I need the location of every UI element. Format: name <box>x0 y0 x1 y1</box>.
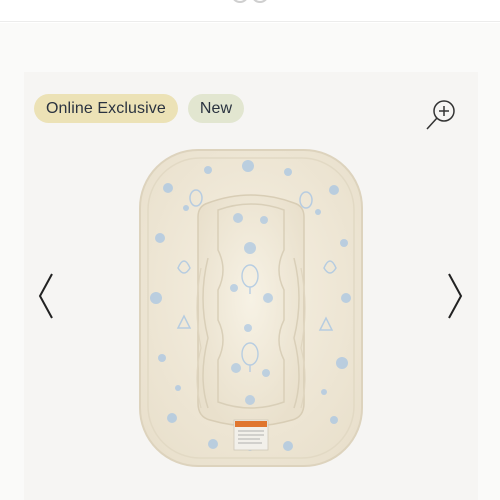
warning-label <box>233 419 269 451</box>
top-bar <box>0 0 500 22</box>
chevron-left-icon <box>38 273 53 319</box>
online-exclusive-badge: Online Exclusive <box>34 94 178 123</box>
product-image[interactable] <box>138 148 364 468</box>
zoom-button[interactable] <box>424 98 458 132</box>
chevron-right-icon <box>448 273 463 319</box>
badge-group: Online Exclusive New <box>34 94 245 123</box>
new-badge: New <box>187 94 245 123</box>
carousel-dots-icon <box>233 0 267 3</box>
next-image-button[interactable] <box>441 268 467 324</box>
zoom-in-icon <box>426 100 455 130</box>
previous-image-button[interactable] <box>34 268 60 324</box>
